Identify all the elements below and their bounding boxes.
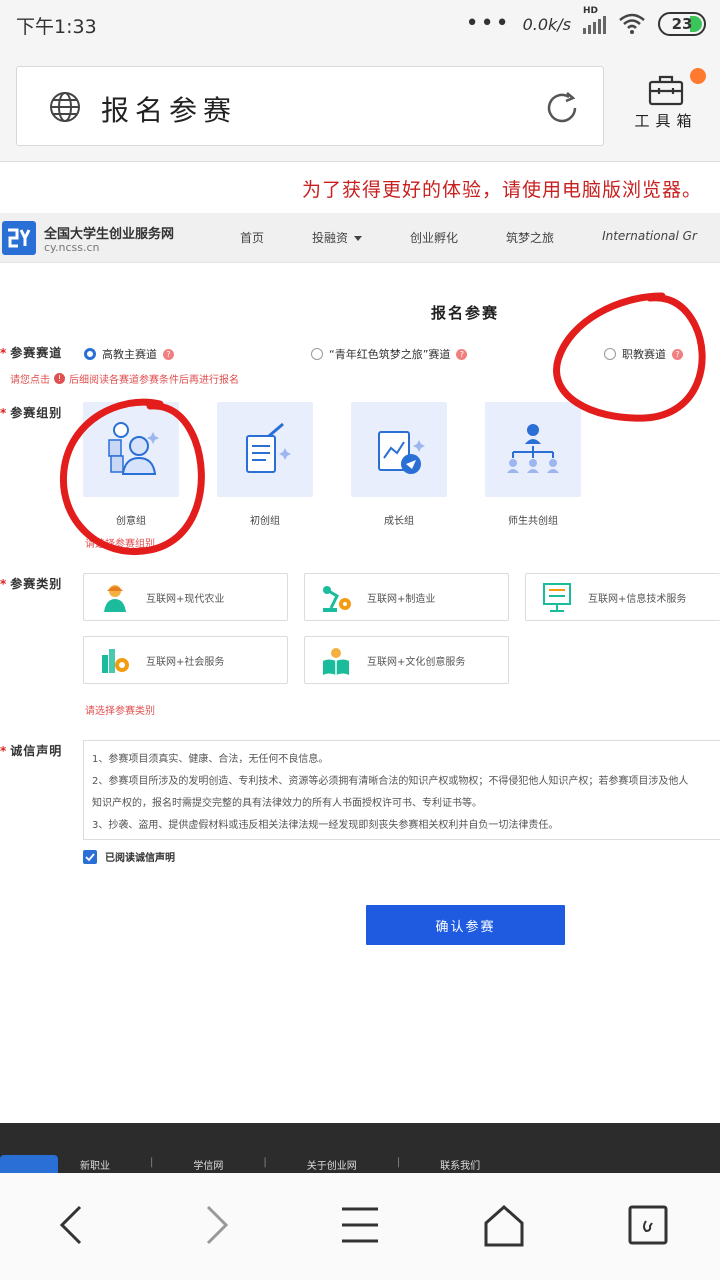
menu-icon[interactable] bbox=[336, 1201, 384, 1249]
address-bar[interactable]: 报名参赛 bbox=[16, 66, 604, 146]
team-hierarchy-icon bbox=[507, 423, 559, 473]
checkbox-checked-icon[interactable] bbox=[83, 849, 97, 864]
toolbox-button[interactable]: 工具箱 bbox=[624, 66, 708, 146]
chevron-down-icon bbox=[354, 236, 363, 241]
footer-link[interactable]: 新职业 bbox=[80, 1157, 110, 1172]
category-card-culture[interactable]: 互联网+文化创意服务 bbox=[304, 636, 509, 684]
back-icon[interactable] bbox=[48, 1201, 96, 1249]
desktop-notice: 为了获得更好的体验，请使用电脑版浏览器。 bbox=[0, 163, 720, 213]
chart-report-icon bbox=[378, 430, 425, 474]
agree-checkbox-row[interactable]: 已阅读诚信声明 bbox=[83, 849, 175, 864]
help-icon[interactable]: ? bbox=[163, 348, 174, 360]
track-radio-red-journey[interactable]: “青年红色筑梦之旅”赛道 ? bbox=[311, 346, 468, 362]
help-icon[interactable]: ? bbox=[456, 348, 468, 360]
group-hint: 请选择参赛组别 bbox=[85, 539, 155, 550]
statement-line: 知识产权的，报名时需提交完整的具有法律效力的所有人书面授权许可书、专利证书等。 bbox=[92, 798, 482, 809]
page-title-in-address-bar: 报名参赛 bbox=[101, 94, 238, 127]
toolbox-icon bbox=[648, 75, 684, 106]
tabs-icon[interactable] bbox=[624, 1201, 672, 1249]
browser-bottom-nav bbox=[0, 1173, 720, 1280]
track-radio-higher-ed[interactable]: 高教主赛道 ? bbox=[84, 346, 174, 362]
status-bar: 下午1:33 ••• 0.0k/s HD 23 bbox=[0, 0, 720, 50]
site-logo[interactable] bbox=[2, 221, 36, 255]
status-time: 下午1:33 bbox=[16, 16, 97, 38]
book-idea-icon bbox=[323, 648, 349, 675]
home-icon[interactable] bbox=[480, 1201, 528, 1249]
battery-level: 23 bbox=[671, 15, 693, 33]
category-label: 互联网+现代农业 bbox=[146, 594, 225, 605]
group-card-creative[interactable] bbox=[83, 402, 179, 497]
hd-label: HD bbox=[583, 6, 599, 16]
group-label-creative: 创意组 bbox=[116, 516, 146, 527]
category-label: 互联网+制造业 bbox=[367, 594, 436, 605]
help-icon[interactable]: ? bbox=[672, 348, 683, 360]
forward-icon[interactable] bbox=[192, 1201, 240, 1249]
group-label-startup: 初创组 bbox=[250, 516, 280, 527]
group-card-startup[interactable] bbox=[217, 402, 313, 497]
browser-toolbar: 报名参赛 工具箱 bbox=[0, 50, 720, 162]
statement-line: 3、抄袭、盗用、提供虚假材料或违反相关法律法规一经发现即刻丧失参赛相关权利并自负… bbox=[92, 820, 559, 831]
group-card-growth[interactable] bbox=[351, 402, 447, 497]
group-label-growth: 成长组 bbox=[384, 516, 414, 527]
signal-icon: HD bbox=[583, 6, 606, 34]
warning-icon: ! bbox=[54, 373, 65, 384]
confirm-entry-button[interactable]: 确认参赛 bbox=[366, 905, 565, 945]
farmer-icon bbox=[104, 585, 126, 612]
site-name: 全国大学生创业服务网 bbox=[44, 227, 175, 242]
radio-icon bbox=[311, 348, 323, 360]
nav-international[interactable]: International Gr bbox=[602, 229, 697, 246]
category-card-it-services[interactable]: 互联网+信息技术服务 bbox=[525, 573, 720, 621]
statement-line: 1、参赛项目须真实、健康、合法，无任何不良信息。 bbox=[92, 754, 329, 765]
nav-investment[interactable]: 投融资 bbox=[312, 229, 363, 246]
statement-line: 2、参赛项目所涉及的发明创造、专利技术、资源等必须拥有清晰合法的知识产权或物权；… bbox=[92, 776, 689, 787]
notification-dot bbox=[690, 68, 706, 84]
statement-field-label: * 诚信声明 bbox=[0, 744, 63, 758]
form-title: 报名参赛 bbox=[430, 304, 499, 322]
radio-icon bbox=[604, 348, 616, 360]
footer-link[interactable]: 关于创业网 bbox=[307, 1157, 357, 1172]
status-indicators: ••• 0.0k/s HD 23 bbox=[465, 6, 706, 36]
wifi-icon bbox=[619, 13, 645, 34]
track-radio-vocational[interactable]: 职教赛道 ? bbox=[604, 346, 683, 362]
site-nav: 首页 投融资 创业孵化 筑梦之旅 International Gr bbox=[240, 229, 720, 246]
group-card-teacher-student[interactable] bbox=[485, 402, 581, 497]
group-label-teacher-student: 师生共创组 bbox=[508, 516, 558, 527]
monitor-settings-icon bbox=[543, 583, 571, 612]
nav-home[interactable]: 首页 bbox=[240, 229, 264, 246]
category-field-label: * 参赛类别 bbox=[0, 577, 63, 591]
reload-icon[interactable] bbox=[543, 89, 581, 127]
more-dots-icon: ••• bbox=[465, 11, 511, 36]
track-field-label: * 参赛赛道 bbox=[0, 346, 63, 360]
category-card-social-services[interactable]: 互联网+社会服务 bbox=[83, 636, 288, 684]
group-field-label: * 参赛组别 bbox=[0, 406, 63, 420]
globe-icon bbox=[50, 92, 80, 122]
category-hint: 请选择参赛类别 bbox=[85, 706, 155, 717]
category-label: 互联网+社会服务 bbox=[146, 657, 225, 668]
radio-selected-icon bbox=[84, 348, 96, 360]
city-support-icon bbox=[102, 649, 129, 673]
robot-arm-icon bbox=[323, 586, 351, 612]
category-card-manufacturing[interactable]: 互联网+制造业 bbox=[304, 573, 509, 621]
footer-link[interactable]: 联系我们 bbox=[440, 1157, 480, 1172]
footer-link[interactable]: 学信网 bbox=[193, 1157, 223, 1172]
footer-links: 新职业 | 学信网 | 关于创业网 | 联系我们 bbox=[80, 1157, 481, 1172]
integrity-statement: 1、参赛项目须真实、健康、合法，无任何不良信息。 2、参赛项目所涉及的发明创造、… bbox=[83, 740, 720, 840]
nav-dream-journey[interactable]: 筑梦之旅 bbox=[506, 229, 554, 246]
footer-logo bbox=[0, 1155, 58, 1173]
site-domain: cy.ncss.cn bbox=[44, 241, 100, 254]
creative-person-icon bbox=[108, 421, 159, 475]
battery-icon: 23 bbox=[658, 12, 706, 36]
category-label: 互联网+文化创意服务 bbox=[367, 657, 466, 668]
agree-label: 已阅读诚信声明 bbox=[105, 853, 175, 864]
network-speed: 0.0k/s bbox=[522, 14, 571, 34]
toolbox-label: 工具箱 bbox=[634, 112, 698, 130]
site-footer: 新职业 | 学信网 | 关于创业网 | 联系我们 bbox=[0, 1123, 720, 1173]
document-wand-icon bbox=[246, 422, 291, 473]
site-header: 全国大学生创业服务网 cy.ncss.cn 首页 投融资 创业孵化 筑梦之旅 I… bbox=[0, 213, 720, 263]
track-hint: 请您点击 ! 后细阅读各赛道参赛条件后再进行报名 bbox=[10, 373, 239, 386]
nav-incubation[interactable]: 创业孵化 bbox=[410, 229, 458, 246]
category-card-agriculture[interactable]: 互联网+现代农业 bbox=[83, 573, 288, 621]
category-label: 互联网+信息技术服务 bbox=[588, 594, 687, 605]
